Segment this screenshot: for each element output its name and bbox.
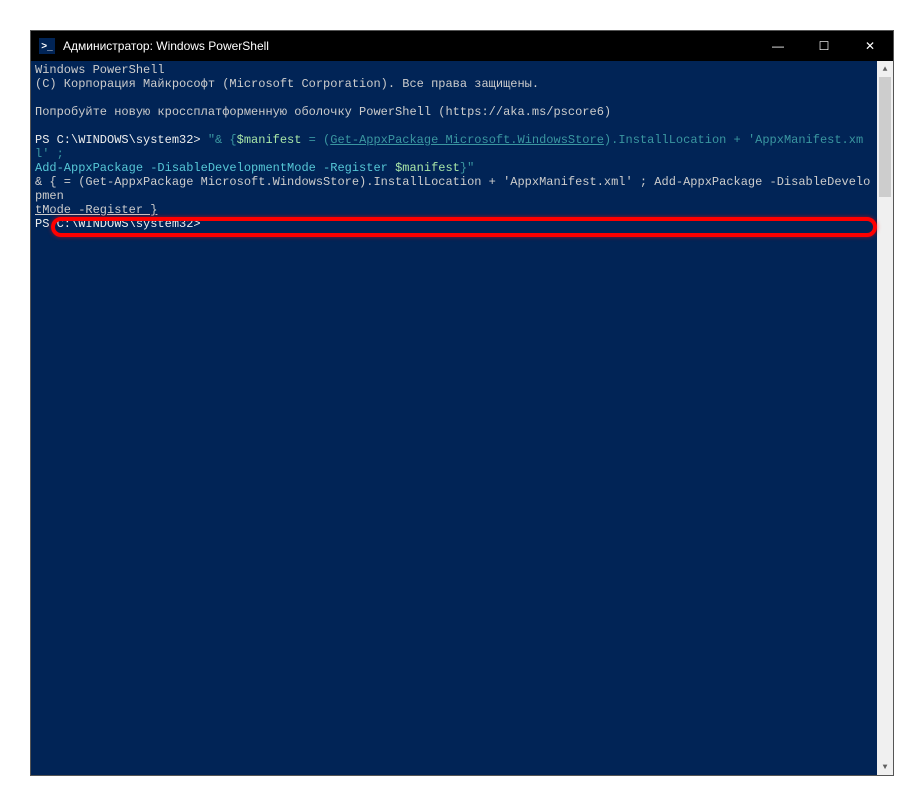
content-area: Windows PowerShell (C) Корпорация Майкро… xyxy=(31,61,893,775)
minimize-button[interactable]: — xyxy=(755,31,801,61)
cmd-underlined: Get-AppxPackage Microsoft.WindowsStore xyxy=(330,133,604,147)
cmd-mid-1: = ( xyxy=(301,133,330,147)
close-button[interactable]: ✕ xyxy=(847,31,893,61)
scroll-down-arrow[interactable]: ▼ xyxy=(877,759,893,775)
cmd-line-2a: Add-AppxPackage -DisableDevelopmentMode … xyxy=(35,161,395,175)
ps-header: Windows PowerShell xyxy=(35,63,165,77)
prompt-1: PS C:\WINDOWS\system32> xyxy=(35,133,208,147)
output-line-1: & { = (Get-AppxPackage Microsoft.Windows… xyxy=(35,175,870,203)
prompt-2: PS C:\WINDOWS\system32> xyxy=(35,217,201,231)
powershell-window: >_ Администратор: Windows PowerShell — ☐… xyxy=(30,30,894,776)
window-title: Администратор: Windows PowerShell xyxy=(63,39,755,53)
titlebar[interactable]: >_ Администратор: Windows PowerShell — ☐… xyxy=(31,31,893,61)
cmd-variable-2: $manifest xyxy=(395,161,460,175)
vertical-scrollbar[interactable]: ▲ ▼ xyxy=(877,61,893,775)
maximize-button[interactable]: ☐ xyxy=(801,31,847,61)
cmd-quote-close: }" xyxy=(460,161,474,175)
terminal-output[interactable]: Windows PowerShell (C) Корпорация Майкро… xyxy=(31,61,877,775)
window-controls: — ☐ ✕ xyxy=(755,31,893,61)
powershell-icon: >_ xyxy=(39,38,55,54)
pscore-hint: Попробуйте новую кроссплатформенную обол… xyxy=(35,105,611,119)
copyright-line: (C) Корпорация Майкрософт (Microsoft Cor… xyxy=(35,77,539,91)
cmd-quote-open: "& { xyxy=(208,133,237,147)
icon-glyph: >_ xyxy=(41,41,52,52)
scrollbar-thumb[interactable] xyxy=(879,77,891,197)
output-line-2: tMode -Register } xyxy=(35,203,157,217)
cmd-variable-1: $manifest xyxy=(237,133,302,147)
scroll-up-arrow[interactable]: ▲ xyxy=(877,61,893,77)
